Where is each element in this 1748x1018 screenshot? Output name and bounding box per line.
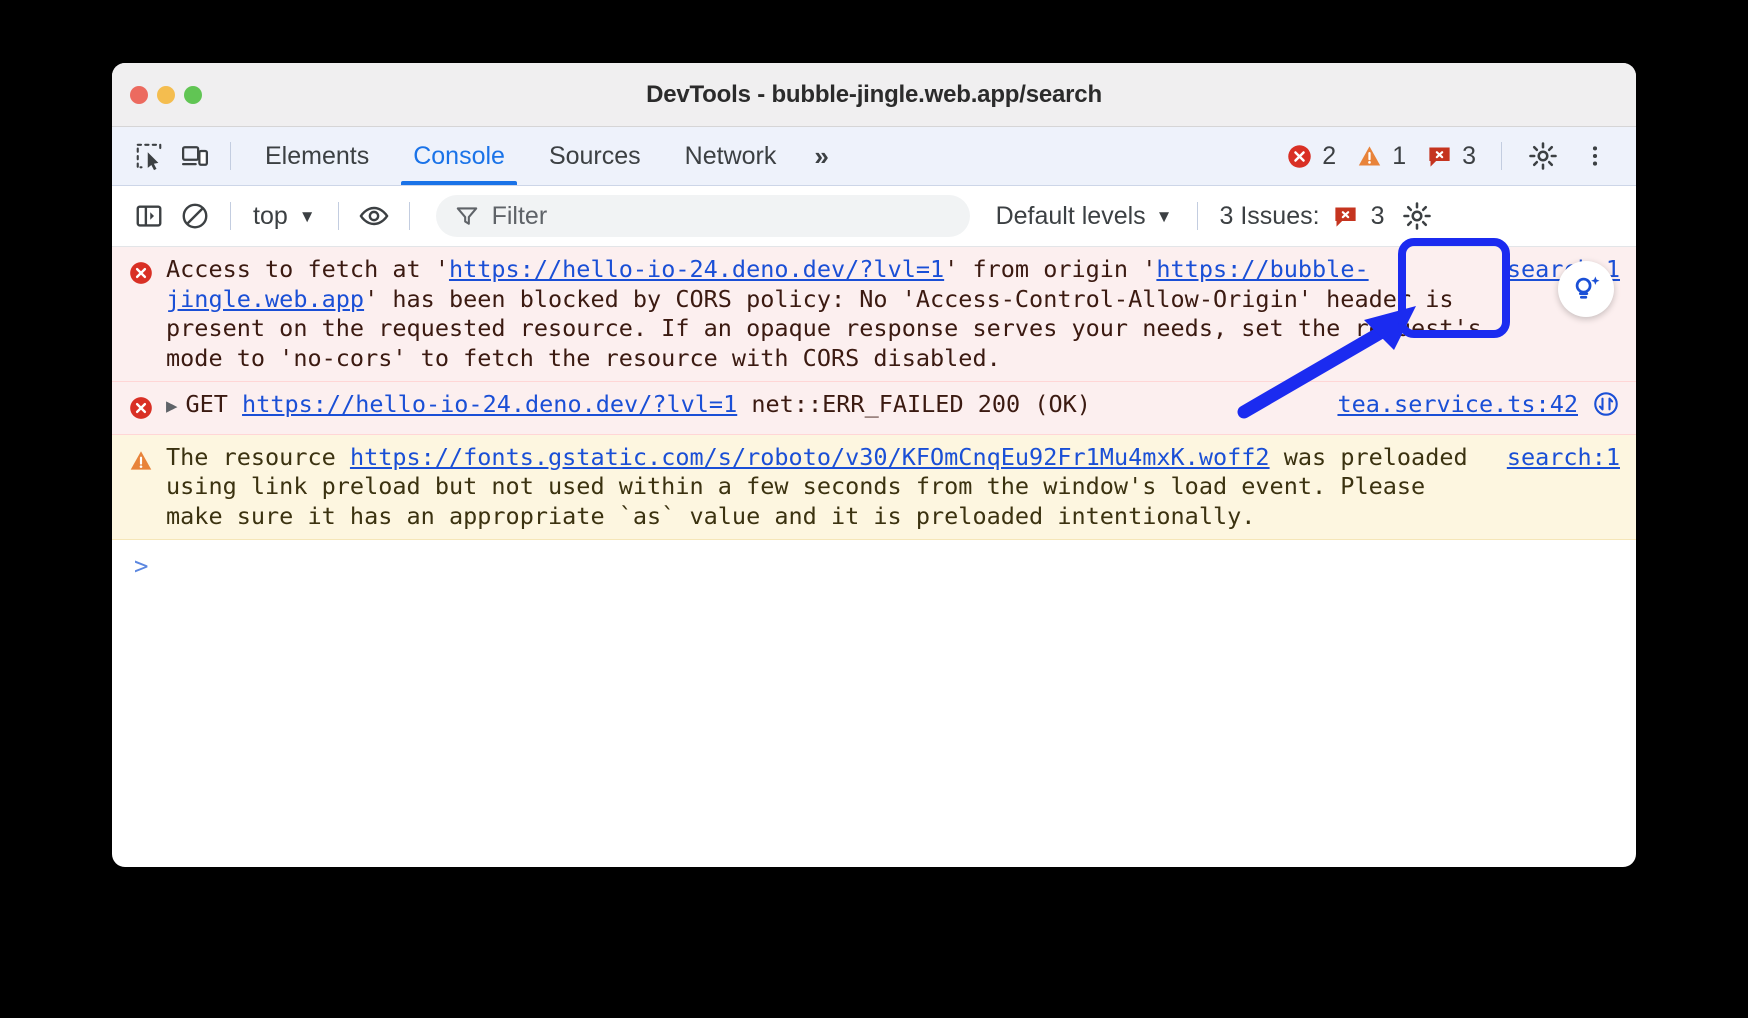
- lightbulb-sparkle-icon: [1569, 272, 1603, 306]
- chevron-down-icon: ▼: [299, 208, 316, 225]
- console-sidebar-icon[interactable]: [126, 194, 172, 238]
- console-toolbar: top ▼ Filter Default levels ▼ 3 Issues:: [112, 186, 1636, 247]
- window-titlebar: DevTools - bubble-jingle.web.app/search: [112, 63, 1636, 127]
- console-message-text: Access to fetch at 'https://hello-io-24.…: [166, 255, 1489, 373]
- error-circle-icon: [126, 260, 156, 286]
- warning-triangle-icon: [1356, 143, 1383, 170]
- inspect-element-icon[interactable]: [126, 134, 172, 178]
- console-message-row[interactable]: The resource https://fonts.gstatic.com/s…: [112, 435, 1636, 541]
- error-count-label: 2: [1322, 142, 1336, 171]
- live-expression-icon[interactable]: [351, 194, 397, 238]
- issues-count-label: 3: [1371, 202, 1385, 231]
- message-part-text: ' from origin ': [944, 255, 1156, 283]
- message-link-font-url[interactable]: https://fonts.gstatic.com/s/roboto/v30/K…: [350, 443, 1270, 471]
- message-source-label: tea.service.ts:42: [1337, 390, 1578, 418]
- device-toolbar-icon[interactable]: [172, 134, 218, 178]
- tab-console[interactable]: Console: [391, 127, 527, 185]
- warning-count-label: 1: [1392, 142, 1406, 171]
- tab-network-label: Network: [685, 142, 777, 171]
- window-traffic-lights: [130, 86, 202, 104]
- message-source-link[interactable]: tea.service.ts:42: [1337, 390, 1578, 420]
- issues-button[interactable]: 3 Issues: 3: [1210, 202, 1395, 231]
- issues-bubble-icon: [1426, 143, 1453, 170]
- prompt-chevron-icon: >: [134, 552, 148, 580]
- message-link-url[interactable]: https://hello-io-24.deno.dev/?lvl=1: [242, 390, 737, 418]
- panel-tabs: Elements Console Sources Network »: [243, 127, 845, 185]
- log-levels-label: Default levels: [996, 202, 1146, 231]
- minimize-window-button[interactable]: [157, 86, 175, 104]
- error-circle-icon: [1286, 143, 1313, 170]
- console-message-text: The resource https://fonts.gstatic.com/s…: [166, 443, 1489, 532]
- devtools-window: DevTools - bubble-jingle.web.app/search …: [112, 63, 1636, 867]
- console-message-row[interactable]: ▶ GET https://hello-io-24.deno.dev/?lvl=1…: [112, 382, 1636, 435]
- tab-sources-label: Sources: [549, 142, 641, 171]
- filter-icon: [454, 203, 480, 229]
- status-divider: [1501, 142, 1502, 170]
- toolbar-divider-3: [409, 202, 410, 230]
- tab-network[interactable]: Network: [663, 127, 799, 185]
- kebab-menu-icon[interactable]: [1572, 134, 1618, 178]
- search-input[interactable]: Filter: [436, 195, 970, 237]
- tabbar-status-group: 2 1 3: [1279, 134, 1622, 178]
- tab-sources[interactable]: Sources: [527, 127, 663, 185]
- message-link-url[interactable]: https://hello-io-24.deno.dev/?lvl=1: [449, 255, 944, 283]
- message-part-text: The resource: [166, 443, 350, 471]
- console-message-text: ▶ GET https://hello-io-24.deno.dev/?lvl=1…: [166, 390, 1319, 422]
- close-window-button[interactable]: [130, 86, 148, 104]
- message-part-text: ' has been blocked by CORS policy: No 'A…: [166, 285, 1496, 372]
- issues-label: 3 Issues:: [1220, 202, 1320, 231]
- issue-count-button[interactable]: 3: [1419, 142, 1483, 171]
- tabbar-divider: [230, 142, 231, 170]
- toolbar-divider-1: [230, 202, 231, 230]
- log-levels-dropdown[interactable]: Default levels ▼: [984, 202, 1185, 231]
- error-count-button[interactable]: 2: [1279, 142, 1343, 171]
- issue-count-label: 3: [1462, 142, 1476, 171]
- message-part-text: Access to fetch at ': [166, 255, 449, 283]
- issues-bubble-icon: [1332, 203, 1359, 230]
- ask-ai-assistant-button[interactable]: [1558, 261, 1614, 317]
- console-settings-icon[interactable]: [1394, 194, 1440, 238]
- gear-icon[interactable]: [1520, 134, 1566, 178]
- devtools-tabbar: Elements Console Sources Network » 2: [112, 127, 1636, 186]
- expand-triangle-icon[interactable]: ▶: [166, 392, 177, 422]
- warning-count-button[interactable]: 1: [1349, 142, 1413, 171]
- console-message-row[interactable]: Access to fetch at 'https://hello-io-24.…: [112, 247, 1636, 382]
- console-prompt[interactable]: >: [112, 540, 1636, 580]
- warning-triangle-icon: [126, 448, 156, 474]
- message-source-link[interactable]: search:1: [1507, 443, 1620, 473]
- execution-context-selector[interactable]: top ▼: [243, 202, 326, 231]
- tab-elements-label: Elements: [265, 142, 369, 171]
- clear-console-icon[interactable]: [172, 194, 218, 238]
- maximize-window-button[interactable]: [184, 86, 202, 104]
- window-title: DevTools - bubble-jingle.web.app/search: [112, 81, 1636, 109]
- error-circle-icon: [126, 395, 156, 421]
- message-part-text: GET: [185, 390, 242, 418]
- tab-console-label: Console: [413, 142, 505, 171]
- toolbar-divider-4: [1197, 202, 1198, 230]
- tab-elements[interactable]: Elements: [243, 127, 391, 185]
- execution-context-label: top: [253, 202, 288, 231]
- console-message-list: Access to fetch at 'https://hello-io-24.…: [112, 247, 1636, 749]
- chevron-down-icon: ▼: [1156, 208, 1173, 225]
- more-tabs-button[interactable]: »: [798, 141, 844, 172]
- filter-placeholder: Filter: [492, 202, 548, 231]
- network-request-icon[interactable]: [1592, 390, 1620, 426]
- message-part-text: net::ERR_FAILED 200 (OK): [737, 390, 1091, 418]
- toolbar-divider-2: [338, 202, 339, 230]
